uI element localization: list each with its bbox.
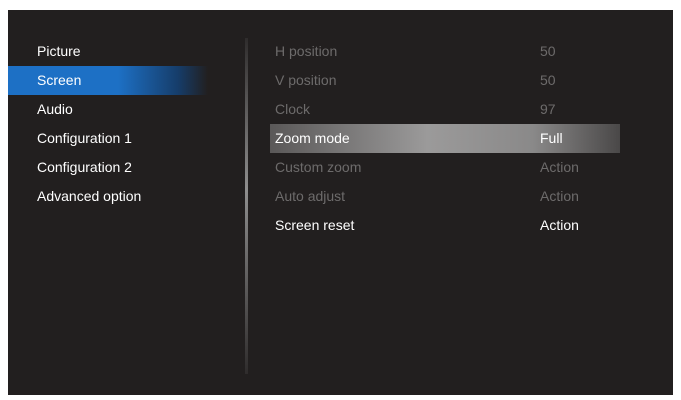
menu-item-advanced-option[interactable]: Advanced option [8,182,208,211]
menu-item-configuration-1[interactable]: Configuration 1 [8,124,208,153]
setting-row-v-position: V position 50 [270,66,620,95]
setting-row-custom-zoom: Custom zoom Action [270,153,620,182]
setting-row-clock: Clock 97 [270,95,620,124]
menu-item-label: Advanced option [37,188,142,204]
setting-label: Clock [275,101,311,117]
setting-value: Action [540,188,579,204]
setting-label: H position [275,43,338,59]
setting-label: Screen reset [275,217,355,233]
menu-item-screen[interactable]: Screen [8,66,208,95]
menu-item-label: Configuration 2 [37,159,132,175]
menu-item-label: Screen [37,72,82,88]
menu-item-label: Picture [37,43,81,59]
setting-row-h-position: H position 50 [270,37,620,66]
setting-value: Action [540,159,579,175]
menu-item-label: Audio [37,101,73,117]
setting-value: Action [540,217,579,233]
main-menu: Picture Screen Audio Configuration 1 Con… [8,37,208,211]
menu-item-configuration-2[interactable]: Configuration 2 [8,153,208,182]
setting-label: V position [275,72,337,88]
setting-value: 50 [540,72,556,88]
setting-label: Zoom mode [275,130,350,146]
setting-row-auto-adjust: Auto adjust Action [270,182,620,211]
screen-settings-list: H position 50 V position 50 Clock 97 Zoo… [270,37,620,240]
setting-row-screen-reset[interactable]: Screen reset Action [270,211,620,240]
setting-row-zoom-mode[interactable]: Zoom mode Full [270,124,620,153]
setting-value: 50 [540,43,556,59]
menu-item-picture[interactable]: Picture [8,37,208,66]
menu-item-audio[interactable]: Audio [8,95,208,124]
menu-divider [245,38,248,374]
setting-label: Custom zoom [275,159,362,175]
setting-value: Full [540,130,563,146]
setting-value: 97 [540,101,556,117]
osd-menu-screen: Picture Screen Audio Configuration 1 Con… [8,10,673,395]
setting-label: Auto adjust [275,188,346,204]
menu-item-label: Configuration 1 [37,130,132,146]
